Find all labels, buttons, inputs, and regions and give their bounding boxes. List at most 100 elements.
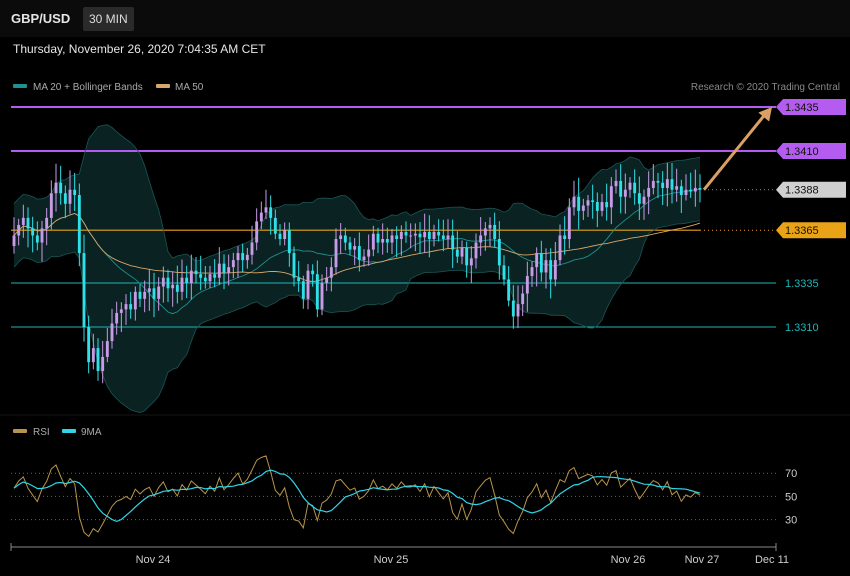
candle-body bbox=[511, 300, 515, 317]
price-tag-label: 1.3410 bbox=[785, 146, 819, 158]
candle-body bbox=[595, 202, 599, 211]
x-tick-label: Nov 25 bbox=[374, 554, 409, 566]
candle-body bbox=[670, 179, 674, 190]
candle-body bbox=[245, 254, 249, 261]
candle-body bbox=[82, 253, 86, 327]
candle-body bbox=[343, 235, 347, 243]
candle-body bbox=[49, 193, 53, 218]
candle-body bbox=[315, 274, 319, 310]
candle-body bbox=[297, 277, 301, 282]
candle-body bbox=[553, 260, 557, 280]
ma9-legend-swatch bbox=[62, 429, 76, 433]
candle-body bbox=[665, 179, 669, 188]
candle-body bbox=[516, 304, 520, 317]
candle-body bbox=[693, 187, 697, 192]
candle-body bbox=[614, 180, 618, 187]
rsi-level-label: 30 bbox=[785, 515, 797, 527]
x-axis: Nov 24 Nov 25 Nov 26 Nov 27 Dec 11 bbox=[10, 543, 789, 566]
candle-body bbox=[591, 200, 595, 203]
candle-body bbox=[376, 233, 380, 243]
candle-body bbox=[493, 224, 497, 239]
candle-body bbox=[17, 224, 21, 236]
candle-body bbox=[642, 196, 646, 204]
candle-body bbox=[362, 256, 366, 261]
candle-body bbox=[110, 323, 114, 342]
candle-body bbox=[147, 288, 151, 292]
candle-body bbox=[460, 247, 464, 257]
candle-body bbox=[572, 196, 576, 208]
candle-body bbox=[483, 228, 487, 236]
rsi-level-label: 70 bbox=[785, 468, 797, 480]
candle-body bbox=[171, 284, 175, 289]
candle-body bbox=[91, 348, 95, 363]
candle-body bbox=[45, 217, 49, 229]
candle-body bbox=[325, 277, 329, 283]
candle-body bbox=[544, 260, 548, 273]
candle-body bbox=[105, 341, 109, 357]
candle-body bbox=[684, 189, 688, 195]
rsi-line bbox=[13, 455, 701, 538]
candle-body bbox=[306, 270, 310, 299]
candle-body bbox=[628, 182, 632, 190]
candle-body bbox=[73, 189, 77, 195]
candle-body bbox=[124, 304, 128, 310]
candle-body bbox=[455, 249, 459, 257]
candle-body bbox=[231, 260, 235, 268]
candle-body bbox=[423, 231, 427, 238]
price-tag-label: 1.3365 bbox=[785, 225, 819, 237]
rsi-panel: 70 50 30 bbox=[11, 455, 797, 538]
candle-body bbox=[77, 195, 81, 254]
candle-body bbox=[40, 228, 44, 243]
candle-body bbox=[446, 235, 450, 239]
price-tag-label: 1.3388 bbox=[785, 185, 819, 197]
candle-body bbox=[264, 207, 268, 213]
candle-body bbox=[292, 253, 296, 278]
candle-body bbox=[353, 246, 357, 250]
candle-body bbox=[203, 277, 207, 282]
price-tag-label: 1.3310 bbox=[785, 322, 819, 334]
candle-body bbox=[586, 200, 590, 206]
bollinger-band-area bbox=[14, 124, 700, 413]
candle-body bbox=[530, 267, 534, 276]
candle-body bbox=[119, 309, 123, 313]
bollinger-band-fill bbox=[14, 124, 700, 413]
candle-body bbox=[320, 283, 324, 310]
candle-body bbox=[609, 186, 613, 208]
candle-body bbox=[521, 293, 525, 305]
credit-text: Research © 2020 Trading Central bbox=[691, 82, 840, 93]
x-tick-label: Nov 26 bbox=[611, 554, 646, 566]
candle-body bbox=[605, 202, 609, 208]
candle-body bbox=[339, 235, 343, 239]
price-tag-label: 1.3435 bbox=[785, 102, 819, 114]
candle-body bbox=[404, 231, 408, 236]
candle-body bbox=[157, 286, 161, 299]
rsi-ma9-line bbox=[13, 469, 701, 523]
candle-body bbox=[637, 193, 641, 204]
candle-body bbox=[12, 235, 16, 247]
candle-body bbox=[465, 247, 469, 266]
candle-body bbox=[395, 235, 399, 239]
candle-body bbox=[189, 270, 193, 283]
candle-body bbox=[250, 242, 254, 255]
candle-body bbox=[409, 235, 413, 237]
candle-body bbox=[488, 224, 492, 229]
candle-body bbox=[129, 304, 133, 310]
rsi-level-label: 50 bbox=[785, 491, 797, 503]
candle-body bbox=[502, 265, 506, 280]
candle-body bbox=[255, 221, 259, 243]
candle-body bbox=[166, 277, 170, 289]
candle-body bbox=[507, 279, 511, 301]
candle-body bbox=[63, 193, 67, 204]
candle-body bbox=[194, 270, 198, 275]
candle-body bbox=[273, 217, 277, 234]
ma20-legend-swatch bbox=[13, 84, 27, 88]
candle-body bbox=[539, 253, 543, 273]
candle-body bbox=[26, 217, 30, 229]
price-chart[interactable]: MA 20 + Bollinger Bands MA 50 Research ©… bbox=[0, 0, 850, 576]
candle-body bbox=[269, 207, 273, 218]
candle-body bbox=[651, 180, 655, 188]
candle-body bbox=[213, 274, 217, 278]
candle-body bbox=[208, 274, 212, 282]
candle-body bbox=[133, 291, 137, 310]
candle-body bbox=[222, 263, 226, 273]
